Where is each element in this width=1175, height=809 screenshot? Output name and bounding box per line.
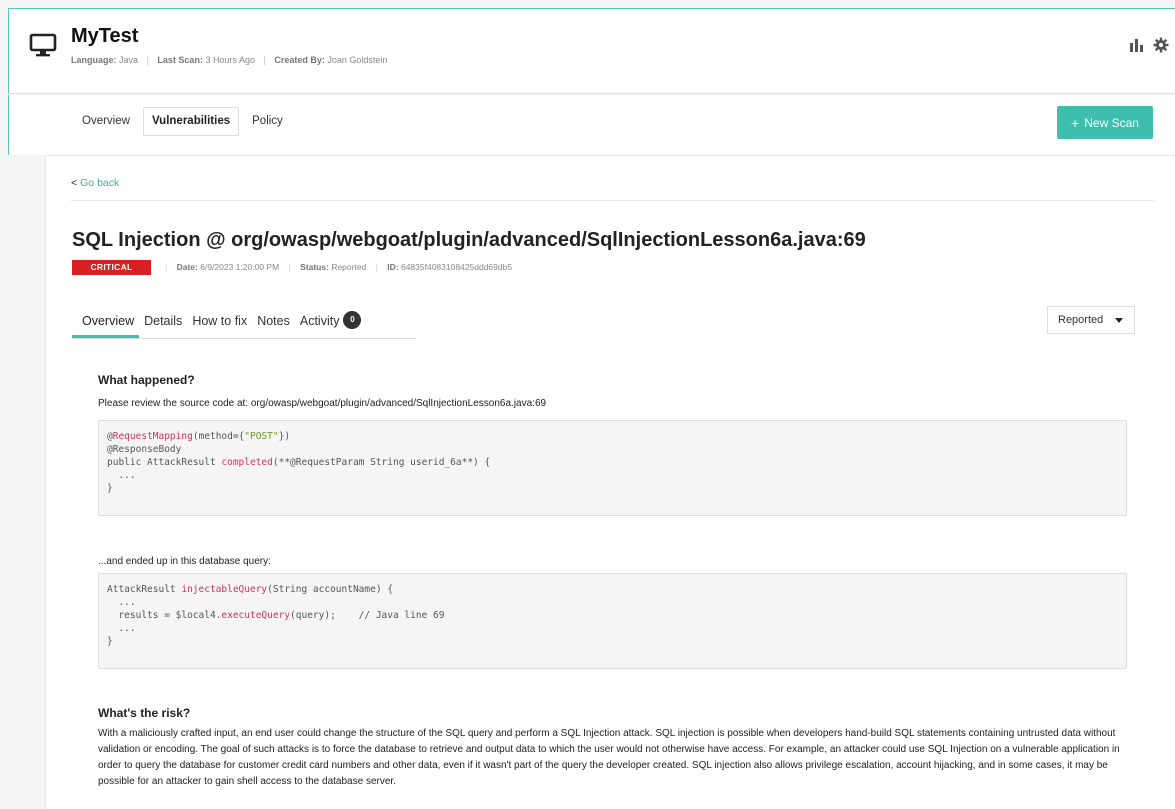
last-scan-label: Last Scan: xyxy=(157,55,203,65)
plus-icon: + xyxy=(1071,114,1080,131)
code-line: ... xyxy=(107,623,136,634)
review-text: Please review the source code at: org/ow… xyxy=(98,398,547,409)
header-actions xyxy=(1129,37,1169,53)
code-line: @ResponseBody xyxy=(107,444,182,455)
status-dropdown-value: Reported xyxy=(1058,314,1104,326)
what-happened-heading: What happened? xyxy=(98,373,195,387)
id-label: ID: xyxy=(387,262,399,272)
risk-text: With a maliciously crafted input, an end… xyxy=(98,728,1120,787)
created-by-value: Joan Goldstein xyxy=(327,55,388,65)
tab-details[interactable]: Details xyxy=(139,313,187,338)
new-scan-label: New Scan xyxy=(1084,115,1139,130)
project-meta: Language: Java | Last Scan: 3 Hours Ago … xyxy=(71,55,387,65)
separator: | xyxy=(165,262,168,272)
risk-heading: What's the risk? xyxy=(98,706,191,720)
last-scan-value: 3 Hours Ago xyxy=(205,55,255,65)
severity-badge: CRITICAL xyxy=(72,260,151,275)
finding-title: SQL Injection @ org/owasp/webgoat/plugin… xyxy=(72,229,866,251)
separator: | xyxy=(375,262,378,272)
monitor-icon xyxy=(29,33,57,57)
bar-chart-icon[interactable] xyxy=(1129,37,1145,53)
code-line: ... xyxy=(107,597,136,608)
finding-card: < Go back SQL Injection @ org/owasp/webgo… xyxy=(46,156,1175,809)
id-value: 64835f4083108425ddd69db5 xyxy=(400,262,513,272)
tab-activity-label: Activity xyxy=(299,314,340,328)
activity-count-badge: 0 xyxy=(343,311,362,329)
project-tabs: Overview Vulnerabilities Policy xyxy=(73,107,292,136)
finding-tabs: Overview Details How to fix Notes Activi… xyxy=(72,311,416,339)
go-back-label: Go back xyxy=(80,177,120,189)
tab-overview[interactable]: Overview xyxy=(73,107,139,136)
tab-overview[interactable]: Overview xyxy=(72,313,140,338)
date-label: Date: xyxy=(176,262,198,272)
app-header: MyTest Language: Java | Last Scan: 3 Hou… xyxy=(8,8,1175,94)
status-label: Status: xyxy=(300,262,329,272)
code-line: @RequestMapping(method={"POST"}) xyxy=(107,431,291,442)
tab-policy[interactable]: Policy xyxy=(243,107,292,136)
finding-meta: | Date: 6/9/2023 1:20:00 PM | Status: Re… xyxy=(158,262,512,272)
tab-activity[interactable]: Activity 0 xyxy=(295,311,367,338)
tab-how-to-fix[interactable]: How to fix xyxy=(187,313,252,338)
status-value: Reported xyxy=(331,262,367,272)
gear-icon[interactable] xyxy=(1153,37,1169,53)
date-value: 6/9/2023 1:20:00 PM xyxy=(200,262,280,272)
code-line: results = $local4.executeQuery(query); /… xyxy=(107,610,445,621)
code-line: public AttackResult completed(**@Request… xyxy=(107,457,491,468)
source-code-block: @RequestMapping(method={"POST"}) @Respons… xyxy=(98,420,1127,516)
divider xyxy=(71,200,1154,201)
tab-notes[interactable]: Notes xyxy=(252,313,295,338)
code-line: AttackResult injectableQuery(String acco… xyxy=(107,584,393,595)
project-nav: Overview Vulnerabilities Policy + New Sc… xyxy=(8,95,1175,155)
query-code-block: AttackResult injectableQuery(String acco… xyxy=(98,573,1127,669)
created-by-label: Created By: xyxy=(274,55,325,65)
language-label: Language: xyxy=(71,55,117,65)
tab-vulnerabilities[interactable]: Vulnerabilities xyxy=(142,107,240,136)
status-dropdown[interactable]: Reported xyxy=(1047,306,1135,334)
separator: | xyxy=(263,55,266,65)
ended-up-text: ...and ended up in this database query: xyxy=(98,556,271,567)
language-value: Java xyxy=(119,55,139,65)
caret-down-icon xyxy=(1115,317,1124,323)
code-line: } xyxy=(107,636,113,647)
app-title: MyTest xyxy=(71,25,139,47)
separator: | xyxy=(146,55,149,65)
code-line: ... xyxy=(107,470,136,481)
separator: | xyxy=(288,262,291,272)
code-line: } xyxy=(107,483,113,494)
go-back-link[interactable]: < Go back xyxy=(71,177,119,189)
new-scan-button[interactable]: + New Scan xyxy=(1057,106,1153,139)
chevron-left-icon: < xyxy=(71,177,78,189)
